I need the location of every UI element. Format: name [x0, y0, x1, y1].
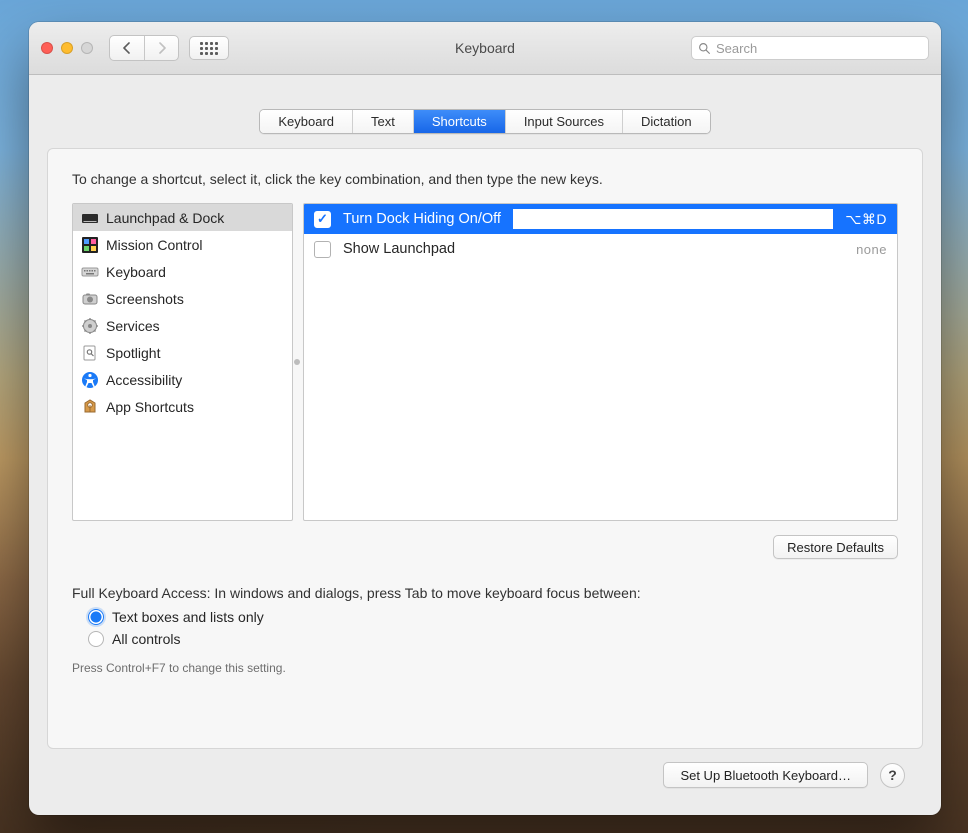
content-area: Keyboard Text Shortcuts Input Sources Di… [29, 75, 941, 815]
category-label: Screenshots [106, 291, 184, 307]
shortcut-checkbox[interactable] [314, 241, 331, 258]
keyboard-icon [81, 263, 99, 281]
help-button[interactable]: ? [880, 763, 905, 788]
category-services[interactable]: Services [73, 312, 292, 339]
category-screenshots[interactable]: Screenshots [73, 285, 292, 312]
nav-back-forward [109, 35, 179, 61]
tab-text[interactable]: Text [352, 110, 413, 133]
full-keyboard-access-options: Text boxes and lists only All controls [72, 609, 898, 647]
mission-control-icon [81, 236, 99, 254]
category-label: Launchpad & Dock [106, 210, 224, 226]
minimize-window-button[interactable] [61, 42, 73, 54]
setup-bluetooth-keyboard-button[interactable]: Set Up Bluetooth Keyboard… [663, 762, 868, 788]
fka-hint: Press Control+F7 to change this setting. [72, 661, 898, 675]
category-spotlight[interactable]: Spotlight [73, 339, 292, 366]
zoom-window-button[interactable] [81, 42, 93, 54]
lists-container: Launchpad & Dock Mission Control Keyboar… [72, 203, 898, 521]
pane-resize-handle[interactable] [294, 359, 300, 365]
category-label: Services [106, 318, 160, 334]
tab-keyboard[interactable]: Keyboard [260, 110, 352, 133]
chevron-left-icon [121, 42, 133, 54]
shortcut-checkbox[interactable] [314, 211, 331, 228]
close-window-button[interactable] [41, 42, 53, 54]
back-button[interactable] [110, 36, 144, 60]
shortcut-keys: ⌥⌘D [845, 211, 887, 228]
category-app-shortcuts[interactable]: App Shortcuts [73, 393, 292, 420]
category-launchpad-dock[interactable]: Launchpad & Dock [73, 204, 292, 231]
tab-shortcuts[interactable]: Shortcuts [413, 110, 505, 133]
show-all-button[interactable] [189, 36, 229, 60]
search-icon [698, 42, 711, 55]
traffic-lights [41, 42, 93, 54]
category-accessibility[interactable]: Accessibility [73, 366, 292, 393]
restore-defaults-button[interactable]: Restore Defaults [773, 535, 898, 559]
chevron-right-icon [156, 42, 168, 54]
tab-bar: Keyboard Text Shortcuts Input Sources Di… [259, 109, 710, 134]
dock-icon [81, 209, 99, 227]
category-label: Spotlight [106, 345, 160, 361]
shortcut-keys: none [856, 242, 887, 257]
category-mission-control[interactable]: Mission Control [73, 231, 292, 258]
category-label: Mission Control [106, 237, 202, 253]
category-keyboard[interactable]: Keyboard [73, 258, 292, 285]
shortcut-row-dock-hiding[interactable]: Turn Dock Hiding On/Off ⌥⌘D [304, 204, 897, 234]
tab-input-sources[interactable]: Input Sources [505, 110, 622, 133]
instruction-text: To change a shortcut, select it, click t… [72, 171, 898, 187]
category-list[interactable]: Launchpad & Dock Mission Control Keyboar… [72, 203, 293, 521]
gear-icon [81, 317, 99, 335]
footer: Set Up Bluetooth Keyboard… ? [47, 749, 923, 801]
accessibility-icon [81, 371, 99, 389]
tab-dictation[interactable]: Dictation [622, 110, 710, 133]
grid-icon [200, 42, 218, 55]
shortcut-list[interactable]: Turn Dock Hiding On/Off ⌥⌘D Show Launchp… [303, 203, 898, 521]
full-keyboard-access-heading: Full Keyboard Access: In windows and dia… [72, 585, 898, 601]
camera-icon [81, 290, 99, 308]
shortcut-label: Turn Dock Hiding On/Off [343, 211, 501, 227]
radio-button-icon [88, 609, 104, 625]
radio-button-icon [88, 631, 104, 647]
radio-label: All controls [112, 631, 180, 647]
radio-text-boxes-lists[interactable]: Text boxes and lists only [88, 609, 898, 625]
search-input[interactable] [716, 41, 922, 56]
shortcuts-panel: To change a shortcut, select it, click t… [47, 148, 923, 749]
app-shortcuts-icon [81, 398, 99, 416]
spotlight-icon [81, 344, 99, 362]
category-label: App Shortcuts [106, 399, 194, 415]
radio-label: Text boxes and lists only [112, 609, 264, 625]
category-label: Keyboard [106, 264, 166, 280]
forward-button[interactable] [144, 36, 178, 60]
category-label: Accessibility [106, 372, 182, 388]
titlebar: Keyboard [29, 22, 941, 75]
preferences-window: Keyboard Keyboard Text Shortcuts Input S… [29, 22, 941, 815]
shortcut-label: Show Launchpad [343, 241, 455, 257]
search-field-wrapper[interactable] [691, 36, 929, 60]
radio-all-controls[interactable]: All controls [88, 631, 898, 647]
shortcut-key-editor[interactable] [513, 209, 833, 229]
shortcut-row-show-launchpad[interactable]: Show Launchpad none [304, 234, 897, 264]
